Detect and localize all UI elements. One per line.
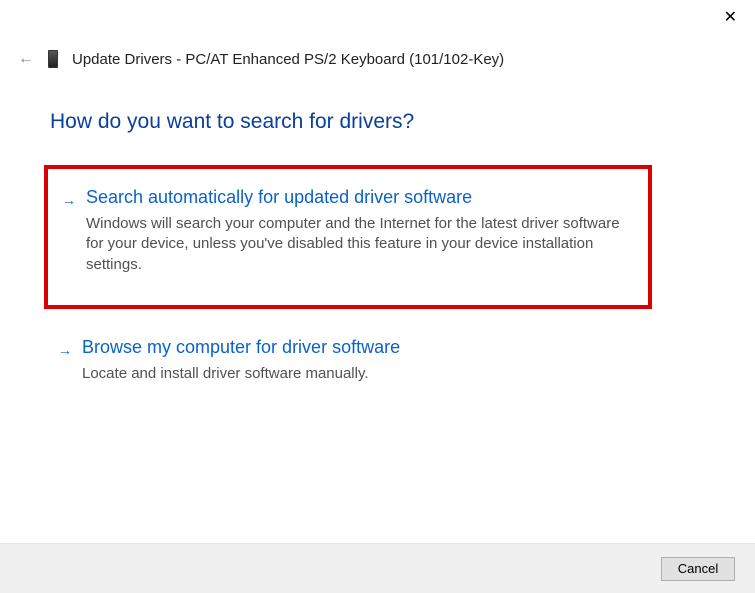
arrow-right-icon: → [62, 192, 76, 208]
footer-bar: Cancel [0, 543, 755, 593]
dialog-title: Update Drivers - PC/AT Enhanced PS/2 Key… [72, 51, 504, 68]
option-browse-computer[interactable]: → Browse my computer for driver software… [44, 325, 652, 402]
page-heading: How do you want to search for drivers? [50, 110, 414, 134]
device-icon [48, 50, 58, 68]
back-arrow-icon[interactable]: ← [18, 50, 34, 68]
option-description: Locate and install driver software manua… [82, 364, 400, 384]
header: ← Update Drivers - PC/AT Enhanced PS/2 K… [18, 50, 504, 68]
arrow-right-icon: → [58, 342, 72, 358]
close-button[interactable]: ✕ [724, 10, 737, 26]
cancel-button[interactable]: Cancel [661, 557, 735, 581]
option-description: Windows will search your computer and th… [86, 214, 626, 275]
option-search-automatically[interactable]: → Search automatically for updated drive… [44, 165, 652, 309]
option-title: Search automatically for updated driver … [86, 187, 626, 208]
option-title: Browse my computer for driver software [82, 337, 400, 358]
